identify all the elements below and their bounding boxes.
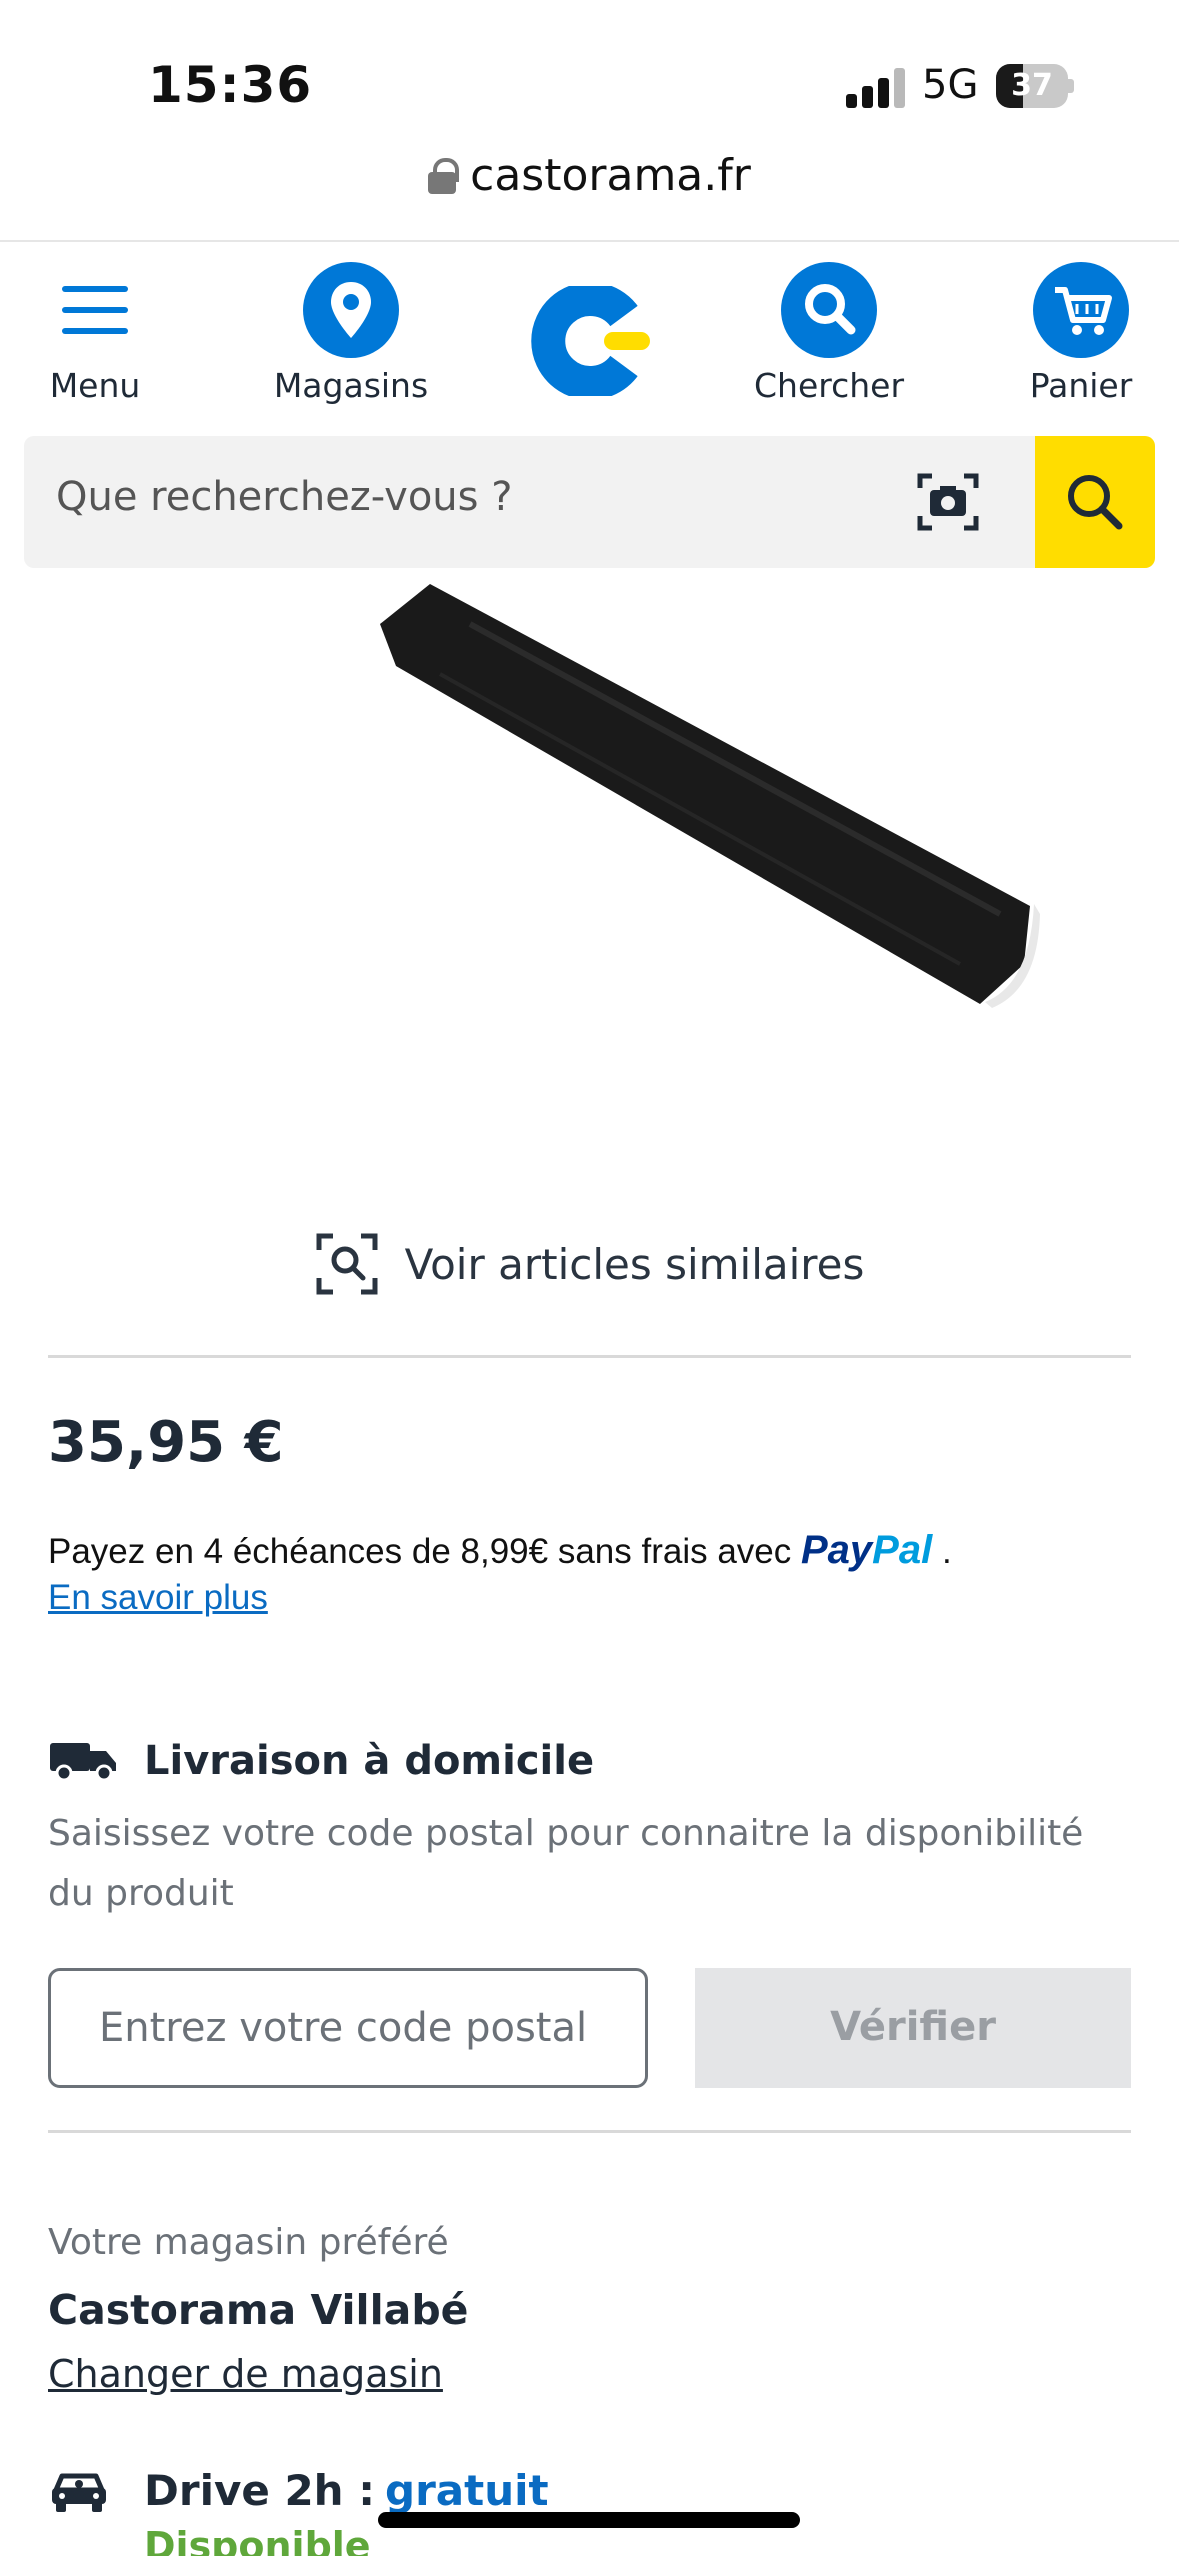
hamburger-icon bbox=[60, 262, 130, 358]
home-delivery-heading: Livraison à domicile bbox=[48, 1738, 594, 1798]
lock-icon bbox=[428, 157, 460, 194]
stores-button[interactable]: Magasins bbox=[266, 262, 436, 405]
visual-search-camera-icon[interactable] bbox=[916, 472, 980, 532]
stores-label: Magasins bbox=[273, 366, 429, 405]
divider bbox=[48, 2130, 1131, 2133]
search-nav-label: Chercher bbox=[753, 366, 905, 405]
learn-more-link[interactable]: En savoir plus bbox=[48, 1578, 268, 1618]
car-icon bbox=[48, 2468, 110, 2514]
url-text: castorama.fr bbox=[470, 150, 751, 201]
address-bar[interactable]: castorama.fr bbox=[0, 150, 1179, 242]
verify-label: Vérifier bbox=[830, 2004, 996, 2050]
drive-label: Drive 2h : bbox=[144, 2466, 375, 2515]
home-indicator[interactable] bbox=[378, 2512, 800, 2528]
favorite-store-name: Castorama Villabé bbox=[48, 2286, 469, 2334]
home-delivery-description: Saisissez votre code postal pour connait… bbox=[48, 1813, 1084, 1914]
change-store-link[interactable]: Changer de magasin bbox=[48, 2352, 443, 2396]
network-type: 5G bbox=[922, 62, 979, 108]
battery-icon: 37 bbox=[996, 64, 1074, 108]
magnifier-icon bbox=[781, 262, 877, 358]
similar-items-button[interactable]: Voir articles similaires bbox=[0, 1232, 1179, 1296]
drive-price: gratuit bbox=[385, 2466, 549, 2515]
cart-label: Panier bbox=[1029, 366, 1133, 405]
search-bar: Que recherchez-vous ? bbox=[24, 436, 1155, 568]
verify-button[interactable]: Vérifier bbox=[695, 1968, 1131, 2088]
cart-icon bbox=[1033, 262, 1129, 358]
drive-availability: Disponible bbox=[144, 2524, 371, 2556]
site-header: Menu Magasins Chercher Panier bbox=[0, 262, 1179, 422]
paypal-logo: PayPal bbox=[801, 1528, 933, 1572]
similar-items-label: Voir articles similaires bbox=[404, 1239, 865, 1289]
visual-search-icon bbox=[315, 1232, 379, 1296]
paypal-text: Payez en 4 échéances de 8,99€ sans frais… bbox=[48, 1532, 792, 1571]
battery-level: 37 bbox=[1011, 68, 1053, 103]
product-image[interactable] bbox=[0, 584, 1179, 1014]
product-price: 35,95 € bbox=[48, 1410, 284, 1475]
search-icon bbox=[1068, 475, 1123, 530]
favorite-store-label: Votre magasin préféré bbox=[48, 2222, 449, 2263]
location-pin-icon bbox=[303, 262, 399, 358]
paypal-end: . bbox=[941, 1532, 952, 1571]
status-bar: 15:36 5G 37 bbox=[0, 0, 1179, 140]
clock: 15:36 bbox=[148, 56, 313, 114]
postal-code-input[interactable]: Entrez votre code postal bbox=[48, 1968, 648, 2088]
search-nav-button[interactable]: Chercher bbox=[744, 262, 914, 405]
menu-button[interactable]: Menu bbox=[36, 262, 154, 405]
home-delivery-title: Livraison à domicile bbox=[144, 1738, 595, 1784]
castorama-logo[interactable] bbox=[528, 282, 652, 400]
truck-icon bbox=[48, 1739, 118, 1783]
divider bbox=[48, 1355, 1131, 1358]
cart-button[interactable]: Panier bbox=[1018, 262, 1144, 405]
search-submit-button[interactable] bbox=[1035, 436, 1155, 568]
paypal-installments-text: Payez en 4 échéances de 8,99€ sans frais… bbox=[48, 1528, 952, 1573]
search-input[interactable]: Que recherchez-vous ? bbox=[56, 474, 512, 520]
menu-label: Menu bbox=[49, 366, 141, 405]
signal-icon bbox=[846, 68, 906, 108]
postal-code-placeholder: Entrez votre code postal bbox=[99, 2005, 588, 2051]
